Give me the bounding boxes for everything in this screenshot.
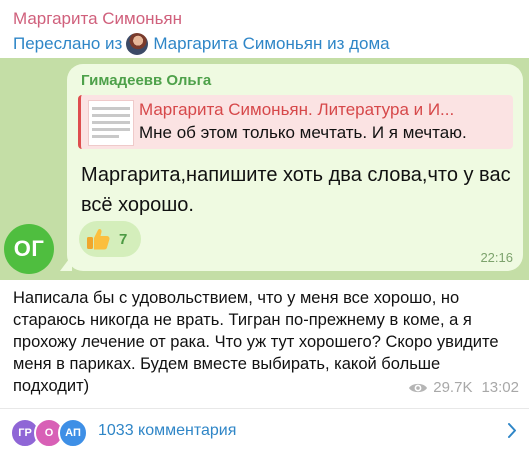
- comments-button[interactable]: ГР О АП 1033 комментария: [0, 409, 529, 452]
- reaction-count: 7: [119, 230, 128, 248]
- reply-quote: Маргарита Симоньян. Литература и И... Мн…: [78, 95, 513, 149]
- reply-thumbnail: [88, 100, 134, 146]
- message-time: 22:16: [480, 250, 513, 265]
- post-time: 13:02: [481, 379, 519, 396]
- comments-count[interactable]: 1033 комментария: [98, 422, 236, 440]
- commenter-avatars: ГР О АП: [10, 416, 92, 448]
- commenter-avatar: АП: [58, 417, 88, 448]
- reply-title: Маргарита Симоньян. Литература и И...: [139, 100, 455, 119]
- reaction-button: 7: [79, 221, 141, 257]
- message-text: Маргарита,напишите хоть два слова,что у …: [81, 164, 511, 216]
- channel-name[interactable]: Маргарита Симоньян: [13, 8, 521, 30]
- sender-avatar: ОГ: [4, 224, 54, 274]
- forwarded-source-avatar: [126, 33, 149, 55]
- forwarded-message-bubble: Гимадеевв Ольга Маргарита Симоньян. Лите…: [67, 64, 523, 271]
- reply-text: Мне об этом только мечтать. И я мечтаю.: [139, 123, 467, 142]
- forwarded-source-name[interactable]: Маргарита Симоньян из дома: [153, 33, 389, 55]
- message-sender: Гимадеевв Ольга: [81, 72, 212, 89]
- chevron-right-icon: [508, 423, 516, 438]
- post-meta: 29.7K 13:02: [408, 379, 519, 396]
- thumbs-up-icon: [87, 228, 110, 250]
- eye-icon: [409, 383, 428, 392]
- forwarded-prefix: Переслано из: [13, 34, 123, 53]
- post-header: Маргарита Симоньян Переслано из Маргарит…: [13, 8, 521, 55]
- forwarded-from[interactable]: Переслано из Маргарита Симоньян из дома: [13, 33, 521, 55]
- views-count: 29.7K: [433, 379, 473, 396]
